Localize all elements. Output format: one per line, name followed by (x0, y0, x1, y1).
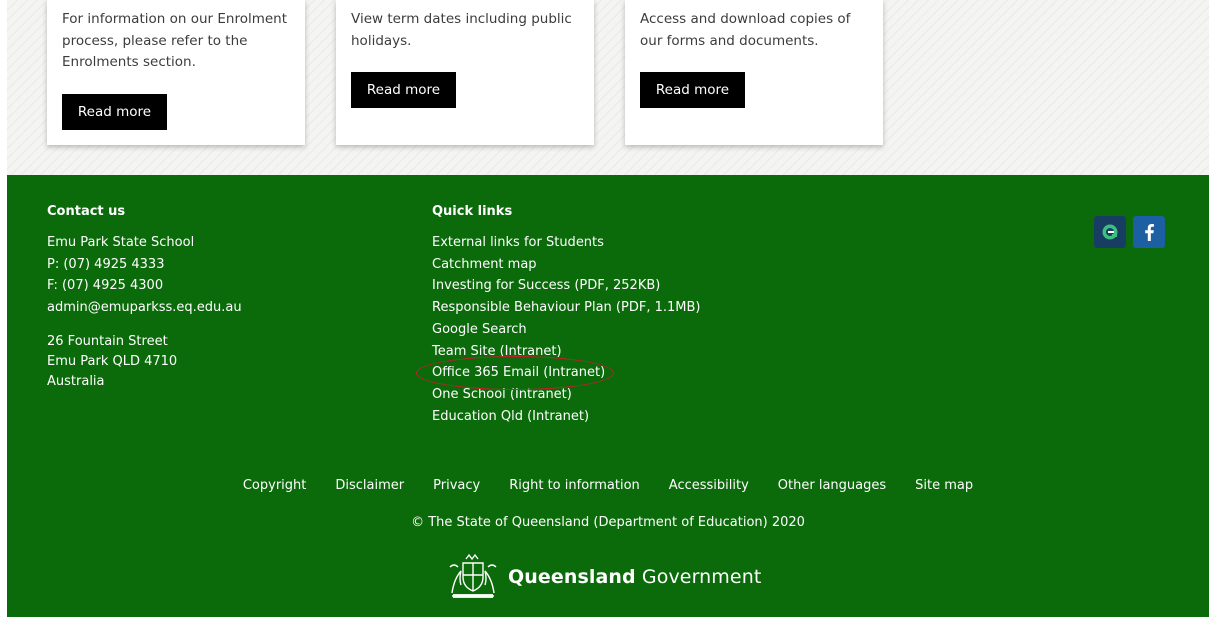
quick-link-behaviour-plan[interactable]: Responsible Behaviour Plan (PDF, 1.1MB) (432, 297, 700, 319)
quick-link-external-links[interactable]: External links for Students (432, 232, 700, 254)
postal-address: 26 Fountain Street Emu Park QLD 4710 Aus… (47, 332, 177, 392)
quick-link-education-qld[interactable]: Education Qld (Intranet) (432, 406, 700, 428)
copyright-notice: © The State of Queensland (Department of… (411, 515, 805, 530)
footer-link-other-languages[interactable]: Other languages (778, 478, 886, 493)
queensland-government-wordmark: Queensland Government (508, 566, 762, 588)
contact-title: Contact us (47, 204, 126, 219)
term-dates-card: View term dates including public holiday… (336, 0, 594, 145)
forms-card-text: Access and download copies of our forms … (640, 11, 851, 49)
footer-link-right-to-information[interactable]: Right to information (509, 478, 640, 493)
queensland-government-logo[interactable]: Queensland Government (444, 553, 761, 601)
phone-number: P: (07) 4925 4333 (47, 256, 165, 272)
enrolment-read-more-button[interactable]: Read more (62, 94, 167, 130)
quick-links-list: External links for Students Catchment ma… (432, 232, 700, 427)
term-dates-read-more-button[interactable]: Read more (351, 72, 456, 108)
footer-links: Copyright Disclaimer Privacy Right to in… (7, 478, 1209, 493)
footer-link-site-map[interactable]: Site map (915, 478, 973, 493)
footer-link-disclaimer[interactable]: Disclaimer (335, 478, 404, 493)
footer-link-accessibility[interactable]: Accessibility (669, 478, 749, 493)
quick-links-title: Quick links (432, 204, 513, 219)
enrolment-card-text: For information on our Enrolment process… (62, 11, 288, 70)
site-footer: Contact us Emu Park State School P: (07)… (7, 175, 1209, 617)
school-name: Emu Park State School (47, 235, 195, 250)
forms-read-more-button[interactable]: Read more (640, 72, 745, 108)
qschools-app-button[interactable] (1094, 216, 1126, 248)
email-link[interactable]: admin@emuparkss.eq.edu.au (47, 297, 242, 319)
address-suburb: Emu Park QLD 4710 (47, 354, 178, 369)
highlight-annotation (416, 356, 614, 390)
facebook-button[interactable] (1133, 216, 1165, 248)
quick-link-google-search[interactable]: Google Search (432, 319, 700, 341)
forms-card: Access and download copies of our forms … (625, 0, 883, 145)
footer-link-privacy[interactable]: Privacy (433, 478, 480, 493)
enrolment-card: For information on our Enrolment process… (47, 0, 305, 145)
quick-link-catchment-map[interactable]: Catchment map (432, 254, 700, 276)
qschools-app-icon (1102, 224, 1118, 240)
fax-number: F: (07) 4925 4300 (47, 278, 164, 294)
term-dates-card-text: View term dates including public holiday… (351, 11, 572, 49)
facebook-icon (1145, 224, 1154, 241)
address-country: Australia (47, 374, 105, 389)
coat-of-arms-icon (449, 553, 497, 598)
footer-link-copyright[interactable]: Copyright (243, 478, 307, 493)
contact-details: Emu Park State School P: (07) 4925 4333 … (47, 232, 242, 319)
address-street: 26 Fountain Street (47, 334, 168, 349)
quick-link-investing-for-success[interactable]: Investing for Success (PDF, 252KB) (432, 275, 700, 297)
